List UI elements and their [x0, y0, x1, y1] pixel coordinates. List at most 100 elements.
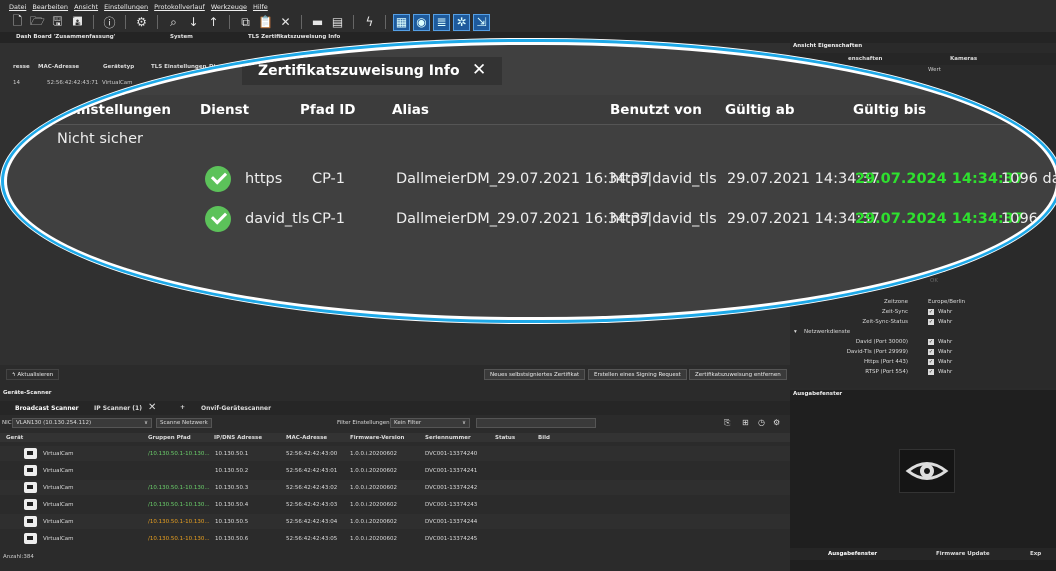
- property-row[interactable]: Https (Port 443) ✓ Wahr: [790, 359, 1056, 367]
- col-ip[interactable]: IP/DNS Adresse: [214, 435, 262, 441]
- property-row[interactable]: David (Port 30000) ✓ Wahr: [790, 339, 1056, 347]
- save-icon[interactable]: 🖫: [50, 14, 65, 30]
- tab-onvif-scanner[interactable]: Onvif-Gerätescanner: [201, 405, 271, 412]
- col-used-by[interactable]: Benutzt von: [610, 102, 702, 118]
- tab-dashboard[interactable]: Dash Board 'Zusammenfassung': [16, 32, 115, 43]
- menu-hilfe[interactable]: Hilfe: [253, 3, 268, 12]
- export-icon[interactable]: ⇲: [473, 13, 490, 31]
- arrow-down-icon[interactable]: ↓: [186, 15, 201, 30]
- property-row[interactable]: Zeit-Sync-Status ✓ Wahr: [790, 319, 1056, 327]
- close-icon[interactable]: ✕: [278, 15, 293, 30]
- lightning-icon[interactable]: ϟ: [362, 15, 377, 30]
- menu-einstellungen[interactable]: Einstellungen: [104, 3, 148, 12]
- table-row[interactable]: VirtualCam/10.130.50.1-10.130... 10.130.5…: [0, 446, 790, 461]
- col-status[interactable]: Status: [495, 435, 515, 441]
- checkbox-icon[interactable]: ✓: [928, 319, 934, 325]
- cert-row[interactable]: david_tls CP-1 DallmeierDM_29.07.2021 16…: [7, 203, 1056, 235]
- settings-icon[interactable]: ⚙: [134, 15, 149, 30]
- save-as-icon[interactable]: 🖪: [70, 14, 85, 30]
- checkbox-icon[interactable]: ✓: [928, 359, 934, 365]
- copy-icon[interactable]: ⧉: [238, 15, 253, 30]
- property-row[interactable]: Zeit-Sync ✓ Wahr: [790, 309, 1056, 317]
- gear-icon[interactable]: ✲: [453, 13, 470, 31]
- filter-search-input[interactable]: [476, 418, 596, 428]
- new-file-icon[interactable]: 🗋: [10, 14, 25, 30]
- paste-icon[interactable]: 📋: [258, 15, 273, 30]
- col-address[interactable]: resse: [13, 64, 30, 70]
- tab-tls-info[interactable]: TLS Zertifikatszuweisung Info: [248, 32, 340, 43]
- scanner-tabs: Broadcast Scanner IP Scanner (1) ✕ + Onv…: [0, 401, 790, 415]
- col-mac[interactable]: MAC-Adresse: [286, 435, 327, 441]
- col-device[interactable]: Gerät: [6, 435, 23, 441]
- history-icon[interactable]: ◷: [758, 418, 765, 427]
- col-serial[interactable]: Seriennummer: [425, 435, 471, 441]
- property-row[interactable]: Zeitzone Europe/Berlin: [790, 299, 1056, 307]
- info-icon[interactable]: ⓘ: [102, 15, 117, 30]
- network-icon[interactable]: ⊞: [742, 418, 749, 427]
- col-service[interactable]: Dienst: [200, 102, 249, 118]
- tab-broadcast-scanner[interactable]: Broadcast Scanner: [15, 405, 79, 412]
- col-group-path[interactable]: Gruppen Pfad: [148, 435, 191, 441]
- col-di[interactable]: Di: [209, 64, 215, 70]
- tab-firmware-update[interactable]: Firmware Update: [936, 551, 990, 557]
- create-signing-request-button[interactable]: Erstellen eines Signing Request: [588, 369, 687, 380]
- list-icon[interactable]: ≣: [433, 13, 450, 31]
- add-tab-icon[interactable]: +: [180, 404, 185, 411]
- checkbox-icon[interactable]: ✓: [928, 369, 934, 375]
- settings-icon[interactable]: ⚙: [773, 418, 780, 427]
- col-path-id[interactable]: Pfad ID: [300, 102, 355, 118]
- toolbar-divider: [301, 15, 302, 29]
- close-icon[interactable]: ✕: [472, 60, 486, 80]
- document-tabs: Dash Board 'Zusammenfassung' System TLS …: [0, 32, 1056, 43]
- tab-export[interactable]: Exp: [1030, 551, 1041, 557]
- chevron-down-icon: ∨: [143, 420, 148, 426]
- nic-select[interactable]: VLAN130 (10.130.254.112) ∨: [12, 418, 152, 428]
- document-icon[interactable]: ▤: [330, 15, 345, 30]
- property-row[interactable]: RTSP (Port 554) ✓ Wahr: [790, 369, 1056, 377]
- table-row[interactable]: VirtualCam/10.130.50.1-10.130... 10.130.5…: [0, 497, 790, 512]
- scan-network-button[interactable]: Scanne Netzwerk: [156, 418, 212, 428]
- menu-werkzeuge[interactable]: Werkzeuge: [211, 3, 247, 12]
- filter-select[interactable]: Kein Filter ∨: [390, 418, 470, 428]
- export-icon[interactable]: ⎘: [724, 418, 730, 428]
- cert-row[interactable]: https CP-1 DallmeierDM_29.07.2021 16:34:…: [7, 163, 1056, 195]
- remove-cert-assignment-button[interactable]: Zertifikatszuweisung entfernen: [689, 369, 787, 380]
- table-row[interactable]: VirtualCam/10.130.50.1-10.130... 10.130.5…: [0, 514, 790, 529]
- close-tab-icon[interactable]: ✕: [148, 402, 156, 413]
- new-self-signed-cert-button[interactable]: Neues selbstsigniertes Zertifikat: [484, 369, 586, 380]
- col-device-type[interactable]: Gerätetyp: [103, 64, 134, 70]
- tab-system[interactable]: System: [170, 32, 193, 43]
- table-row[interactable]: VirtualCam/10.130.50.1-10.130... 10.130.5…: [0, 480, 790, 495]
- col-valid-from[interactable]: Gültig ab: [725, 102, 795, 118]
- toolbar-divider: [229, 15, 230, 29]
- eye-icon[interactable]: ◉: [413, 13, 430, 31]
- tab-cameras[interactable]: Kameras: [950, 56, 977, 62]
- col-mac[interactable]: MAC-Adresse: [38, 64, 79, 70]
- col-settings[interactable]: Einstellungen: [67, 102, 171, 118]
- checkbox-icon[interactable]: ✓: [928, 309, 934, 315]
- property-group[interactable]: ▾ Netzwerkdienste: [790, 329, 1056, 337]
- folder-icon[interactable]: ▬: [310, 15, 325, 30]
- property-row[interactable]: David-Tls (Port 29999) ✓ Wahr: [790, 349, 1056, 357]
- checkbox-icon[interactable]: ✓: [928, 349, 934, 355]
- arrow-up-icon[interactable]: ↑: [206, 15, 221, 30]
- col-valid-until[interactable]: Gültig bis: [853, 102, 926, 118]
- collapse-icon[interactable]: ▾: [794, 329, 797, 335]
- scanner-table-header: Gerät Gruppen Pfad IP/DNS Adresse MAC-Ad…: [0, 433, 790, 442]
- table-row[interactable]: VirtualCam 10.130.50.2 52:56:42:42:43:01 1.…: [0, 463, 790, 478]
- device-list-icon[interactable]: ▦: [393, 13, 410, 31]
- refresh-button[interactable]: ϟ Aktualisieren: [6, 369, 60, 380]
- tab-output[interactable]: Ausgabefenster: [828, 551, 877, 557]
- menu-protokollverlauf[interactable]: Protokollverlauf: [154, 3, 205, 12]
- col-tls-settings[interactable]: TLS Einstellungen: [151, 64, 207, 70]
- open-folder-icon[interactable]: 🗁: [30, 14, 45, 30]
- tab-properties[interactable]: enschaften: [848, 56, 882, 62]
- table-row[interactable]: VirtualCam/10.130.50.1-10.130... 10.130.5…: [0, 531, 790, 546]
- checkbox-icon[interactable]: ✓: [928, 339, 934, 345]
- search-icon[interactable]: ⌕: [166, 15, 181, 30]
- group-not-secure[interactable]: Nicht sicher: [57, 131, 143, 147]
- col-image[interactable]: Bild: [538, 435, 550, 441]
- col-alias[interactable]: Alias: [392, 102, 429, 118]
- col-firmware[interactable]: Firmware-Version: [350, 435, 404, 441]
- tab-ip-scanner[interactable]: IP Scanner (1): [94, 405, 142, 412]
